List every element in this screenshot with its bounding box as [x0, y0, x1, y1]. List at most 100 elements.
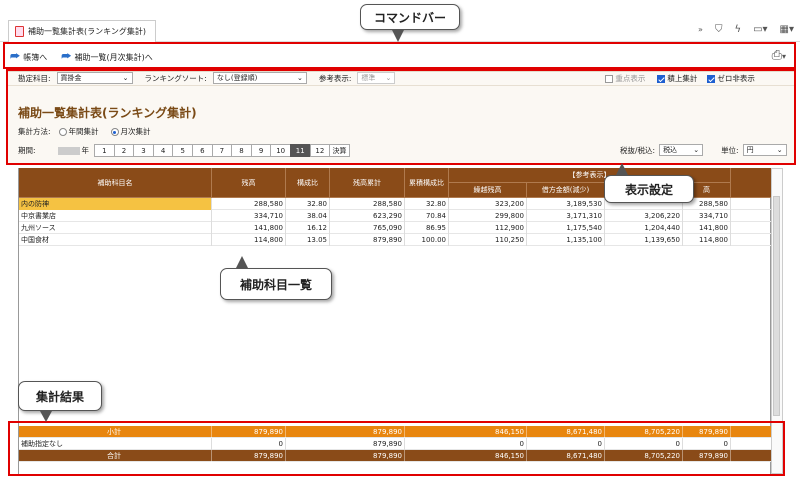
period-label: 期間: [18, 146, 36, 155]
header-ratio: 構成比 [286, 168, 330, 198]
footer-unassigned-label: 補助指定なし [19, 438, 212, 450]
checkbox-box [605, 74, 614, 83]
footer-subtotal-cumulative: 879,890 [330, 426, 405, 438]
chevron-down-icon: ⌄ [693, 146, 700, 154]
cell-c4: 141,800 [683, 222, 731, 234]
month-button-5[interactable]: 5 [172, 144, 193, 157]
tax-unit-group: 税抜/税込: 税込 ⌄ 単位: 円 ⌄ [620, 144, 787, 156]
arrow-icon: ⮫ [10, 50, 21, 63]
cell-credit: 3,171,310 [527, 210, 605, 222]
footer-total-credit: 8,671,480 [527, 450, 605, 462]
calendar-icon[interactable]: ▦▾ [780, 24, 794, 35]
important-checkbox[interactable]: 重点表示 [605, 73, 645, 84]
header-cum_ratio: 累積構成比 [405, 168, 449, 198]
cell-c3: 1,204,440 [605, 222, 683, 234]
footer-unassigned-balance: 0 [212, 438, 286, 450]
callout-tail [392, 30, 404, 42]
monthly-radio[interactable]: 月次集計 [110, 126, 151, 137]
cell-name: 内の防神 [19, 198, 212, 210]
zero-hide-label: ゼロ非表示 [717, 73, 755, 83]
cell-cum_ratio: 86.95 [405, 222, 449, 234]
cell-carry: 323,200 [449, 198, 527, 210]
cell-balance: 334,710 [212, 210, 286, 222]
tax-label: 税抜/税込: [620, 145, 656, 155]
chevron-down-icon: ⌄ [296, 74, 303, 82]
header-balance: 残高 [212, 168, 286, 198]
cell-carry: 112,900 [449, 222, 527, 234]
month-button-1[interactable]: 1 [94, 144, 115, 157]
zero-hide-checkbox[interactable]: ゼロ非表示 [707, 73, 755, 84]
tax-select[interactable]: 税込 ⌄ [659, 144, 704, 156]
month-button-4[interactable]: 4 [152, 144, 174, 157]
footer-subtotal-label: 小計 [19, 426, 212, 438]
header-carry: 繰越残高 [449, 183, 527, 198]
lightning-icon[interactable]: ϟ [734, 24, 741, 35]
sort-value: なし(登録順) [216, 74, 258, 82]
bookmark-icon[interactable]: ⛉ [715, 24, 723, 35]
unit-select[interactable]: 円 ⌄ [742, 144, 787, 156]
chevron-down-icon: ⌄ [385, 74, 392, 82]
month-button-2[interactable]: 2 [113, 144, 135, 157]
printer-icon[interactable]: ⎙▾ [772, 48, 786, 63]
cell-name: 九州ソース [19, 222, 212, 234]
annual-radio[interactable]: 年間集計 [58, 126, 99, 137]
document-icon [15, 26, 24, 37]
cell-c3: 3,206,220 [605, 210, 683, 222]
month-button-9[interactable]: 9 [250, 144, 272, 157]
page-title: 補助一覧集計表(ランキング集計) [18, 106, 197, 120]
month-button-決算[interactable]: 決算 [329, 144, 350, 157]
period-selector: 期間: 年 1 2 3 4 5 6 7 8 9 10 11 12 決算 [18, 144, 350, 157]
month-button-10[interactable]: 10 [270, 144, 291, 157]
month-button-3[interactable]: 3 [133, 144, 154, 157]
ref-label: 参考表示: [318, 73, 352, 83]
window-tools: » ⛉ ϟ ▭▾ ▦▾ [698, 24, 794, 35]
month-buttons: 1 2 3 4 5 6 7 8 9 10 11 12 決算 [94, 144, 350, 157]
month-button-6[interactable]: 6 [192, 144, 213, 157]
month-button-12[interactable]: 12 [309, 144, 331, 157]
footer-subtotal-c4: 879,890 [683, 426, 731, 438]
ref-value: 標準 [361, 74, 376, 82]
tab-report[interactable]: 補助一覧集計表(ランキング集計) [8, 20, 156, 42]
scrollbar-thumb[interactable] [773, 196, 780, 416]
sort-label: ランキングソート: [144, 73, 207, 83]
sub-account-table: 補助科目名 残高 構成比 残高累計 累積構成比 【参考表示】 繰越残高 借方金額(減少) 高内の… [18, 168, 772, 474]
cell-ratio: 32.80 [286, 198, 330, 210]
footer-subtotal-credit: 8,671,480 [527, 426, 605, 438]
back-to-ledger-button[interactable]: ⮫ 帳簿へ [10, 50, 47, 64]
month-button-11[interactable]: 11 [289, 144, 311, 157]
important-label: 重点表示 [615, 73, 646, 83]
account-select[interactable]: 買掛金 ⌄ [56, 72, 133, 84]
radio-circle [58, 128, 67, 136]
checkbox-box [707, 74, 716, 83]
unit-label: 単位: [721, 145, 739, 155]
arrow-icon: ⮫ [61, 50, 72, 63]
unit-value: 円 [746, 146, 754, 154]
filter-row: 勘定科目: 買掛金 ⌄ ランキングソート: なし(登録順) ⌄ 参考表示: 標準 ⌄ … [8, 71, 794, 86]
checkbox-box [657, 74, 666, 83]
month-button-7[interactable]: 7 [211, 144, 233, 157]
ref-select[interactable]: 標準 ⌄ [357, 72, 396, 84]
cumulative-label: 積上集計 [667, 73, 698, 83]
footer-unassigned-cumulative: 879,890 [330, 438, 405, 450]
month-button-8[interactable]: 8 [231, 144, 252, 157]
double-chevron-icon[interactable]: » [698, 25, 703, 34]
account-label: 勘定科目: [18, 73, 51, 83]
monthly-summary-button[interactable]: ⮫ 補助一覧(月次集計)へ [61, 50, 153, 64]
cell-ratio: 13.05 [286, 234, 330, 246]
header-credit: 借方金額(減少) [527, 183, 605, 198]
footer-subtotal-carry: 846,150 [449, 426, 527, 438]
sort-select[interactable]: なし(登録順) ⌄ [212, 72, 307, 84]
monthly-summary-label: 補助一覧(月次集計)へ [74, 52, 153, 62]
chevron-down-icon: ⌄ [122, 74, 129, 82]
callout-display-settings: 表示設定 [604, 175, 694, 203]
header-cumulative: 残高累計 [330, 168, 405, 198]
radio-circle [110, 128, 119, 136]
cell-cumulative: 623,290 [330, 210, 405, 222]
cell-name: 中京書業店 [19, 210, 212, 222]
account-value: 買掛金 [60, 74, 82, 82]
footer-unassigned-c4: 0 [683, 438, 731, 450]
cumulative-checkbox[interactable]: 積上集計 [657, 73, 697, 84]
callout-command-bar: コマンドバー [360, 4, 460, 30]
window-icon[interactable]: ▭▾ [753, 24, 767, 35]
annual-label: 年間集計 [68, 127, 99, 136]
